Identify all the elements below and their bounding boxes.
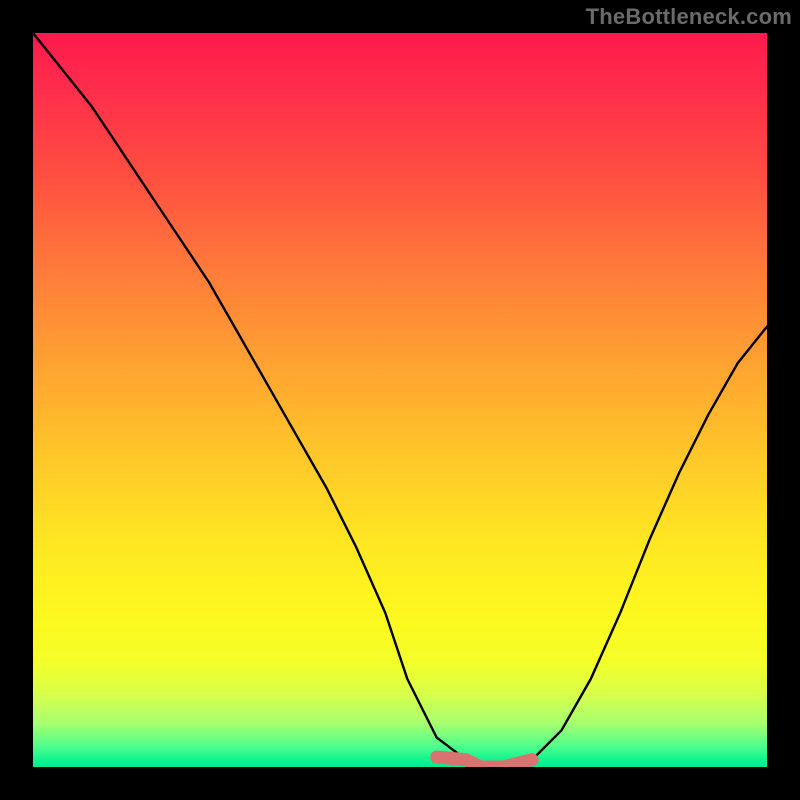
- curve-layer: [33, 33, 767, 767]
- plot-area: [33, 33, 767, 767]
- bottleneck-curve: [33, 33, 767, 767]
- watermark-text: TheBottleneck.com: [586, 4, 792, 30]
- sweet-spot-band: [437, 757, 532, 767]
- plot-frame: TheBottleneck.com: [0, 0, 800, 800]
